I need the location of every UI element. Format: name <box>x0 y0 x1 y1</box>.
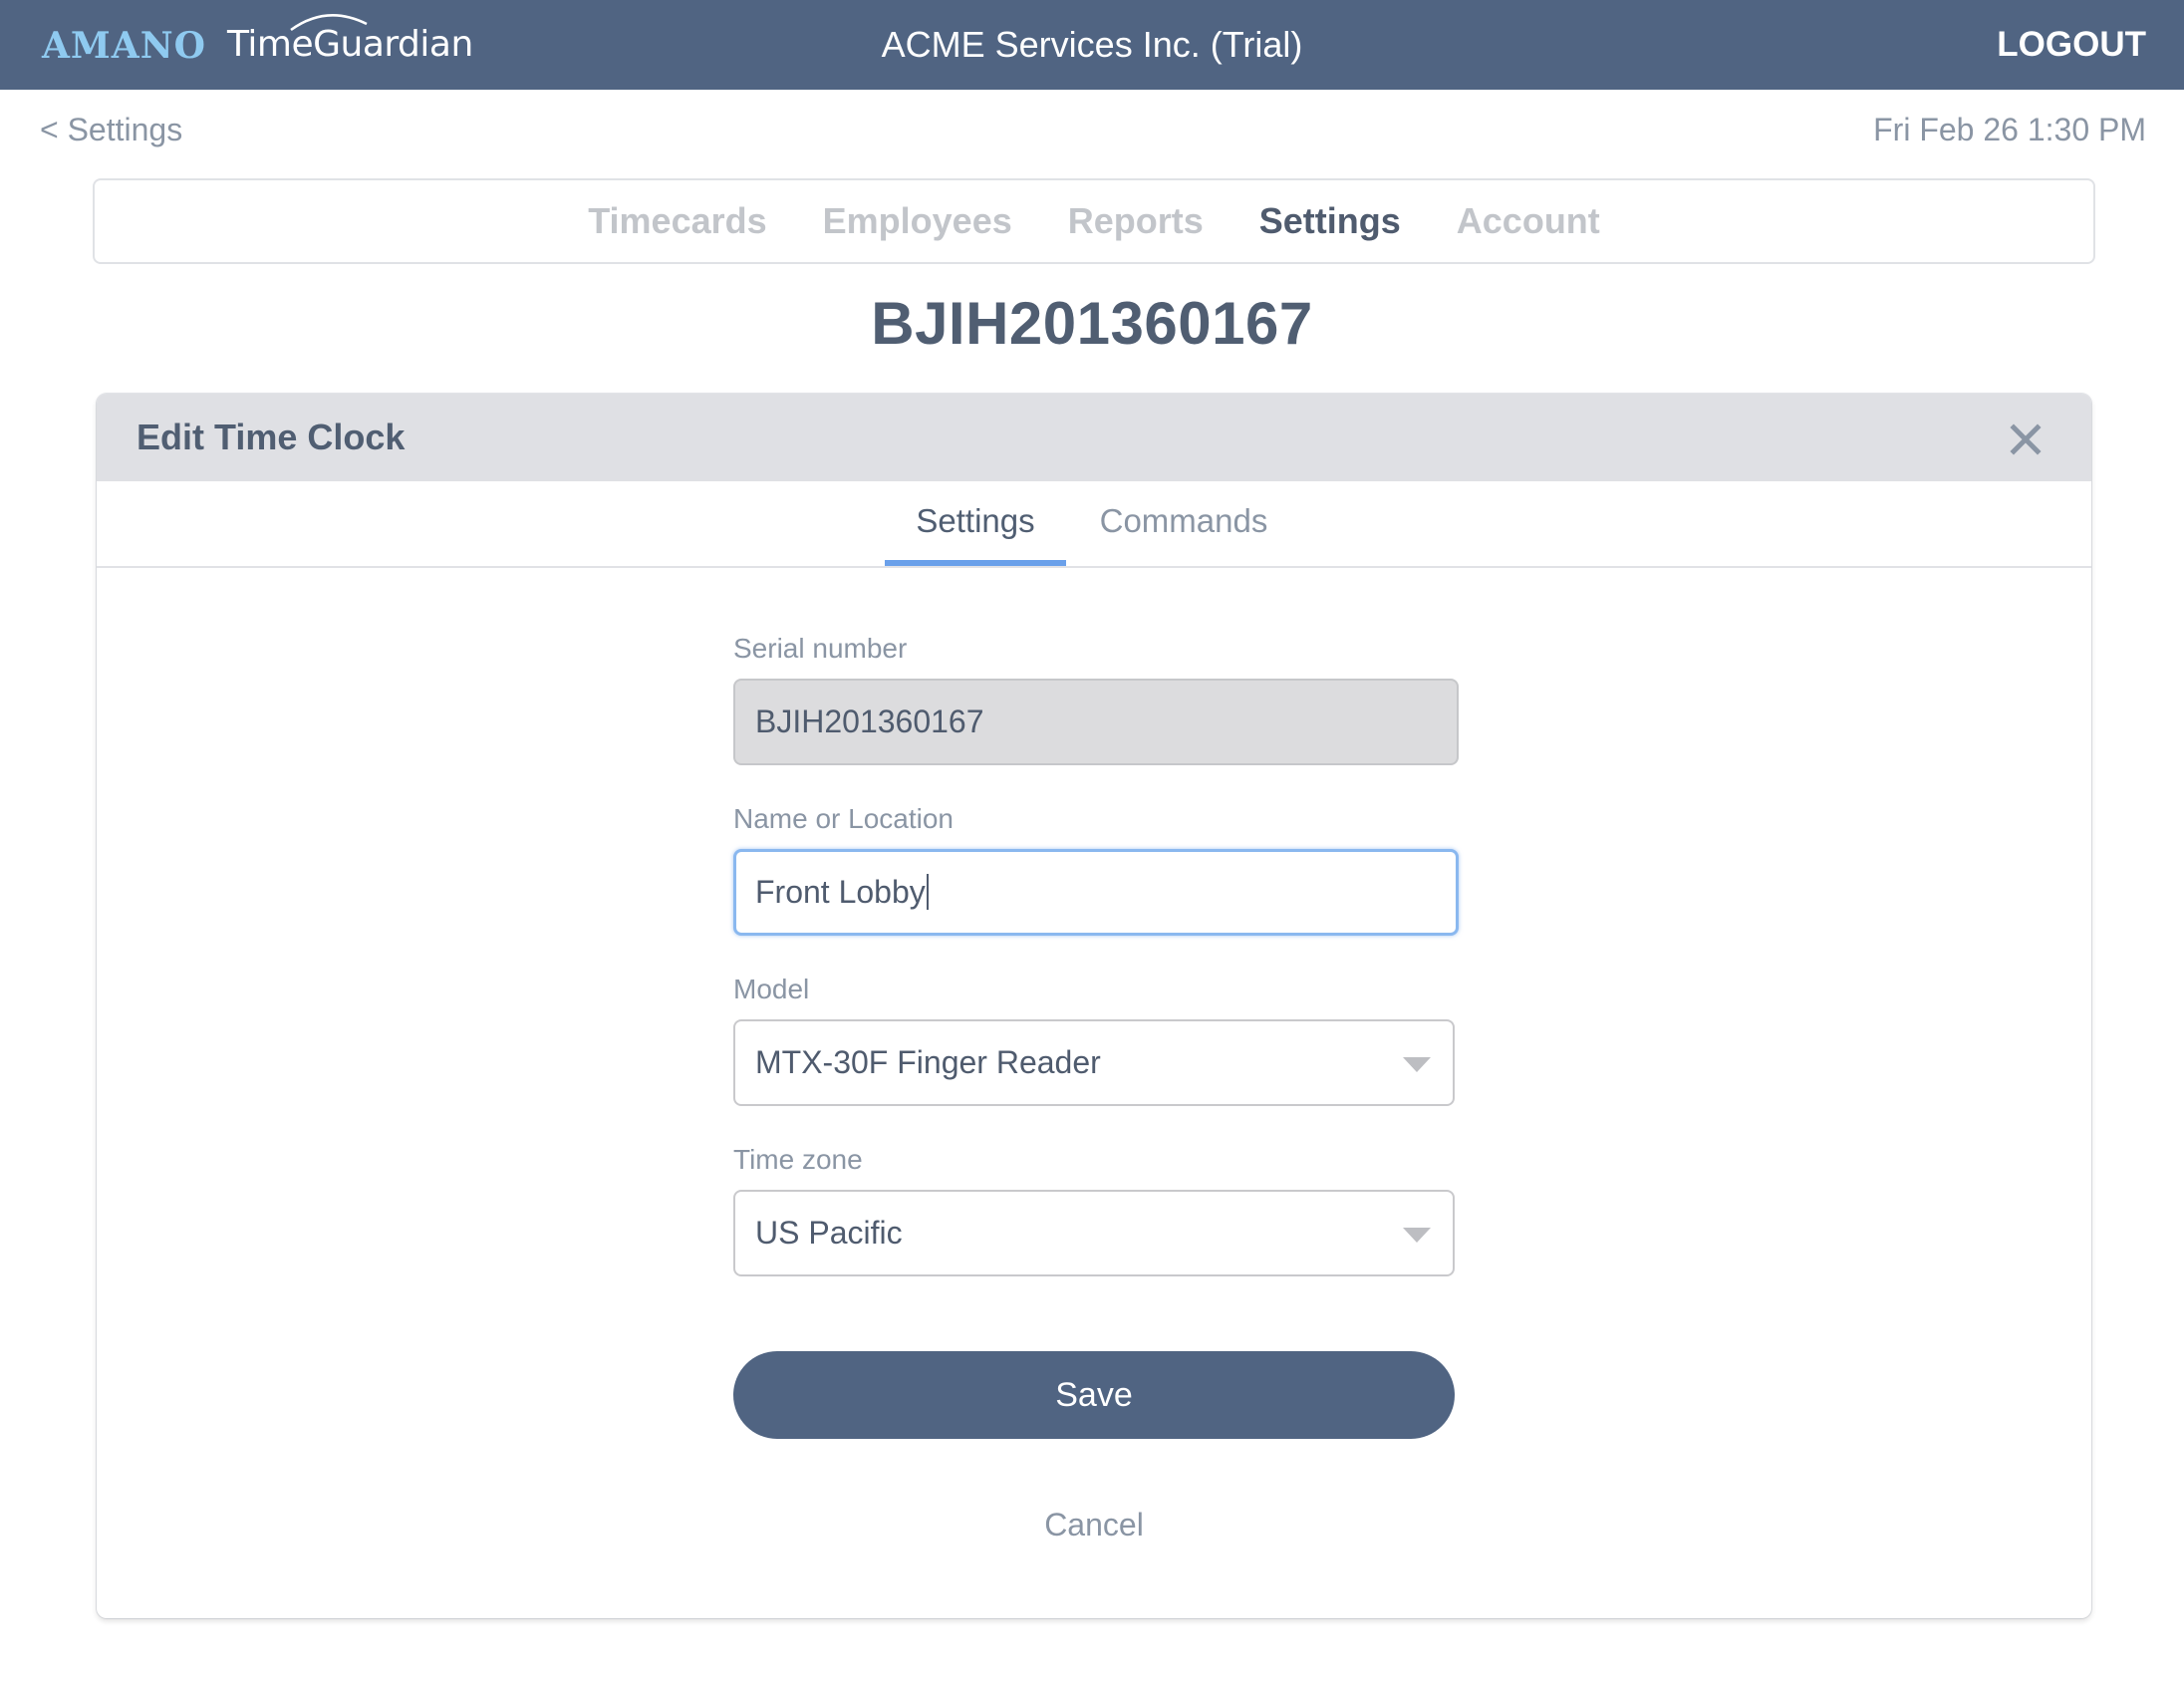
name-location-value: Front Lobby <box>755 874 926 910</box>
company-name: ACME Services Inc. (Trial) <box>881 24 1303 65</box>
close-icon <box>2010 423 2042 455</box>
modal-header: Edit Time Clock <box>97 394 2091 481</box>
model-select[interactable]: MTX-30F Finger Reader <box>733 1019 1455 1106</box>
chevron-down-icon <box>1403 1057 1431 1072</box>
model-label: Model <box>733 974 810 1004</box>
logout-button[interactable]: LOGOUT <box>1997 0 2146 90</box>
page-title: BJIH201360167 <box>871 290 1313 357</box>
serial-number-label: Serial number <box>733 633 908 664</box>
back-to-settings-link[interactable]: < Settings <box>40 112 182 148</box>
time-clock-form: Serial number BJIH201360167 Name or Loca… <box>733 633 1459 1314</box>
nav-item-timecards[interactable]: Timecards <box>588 200 766 242</box>
modal-tabs: Settings Commands <box>97 481 2091 568</box>
save-button-wrap: Save <box>733 1351 1455 1439</box>
timezone-group: Time zone US Pacific <box>733 1144 1459 1276</box>
nav-item-reports[interactable]: Reports <box>1068 200 1204 242</box>
modal-title: Edit Time Clock <box>136 417 406 457</box>
top-header-bar: AMANO TimeGuardian ACME Services Inc. (T… <box>0 0 2184 90</box>
serial-number-field: BJIH201360167 <box>733 679 1459 765</box>
tab-settings[interactable]: Settings <box>885 481 1066 566</box>
nav-item-account[interactable]: Account <box>1457 200 1600 242</box>
name-location-input[interactable]: Front Lobby <box>733 849 1459 936</box>
main-nav: Timecards Employees Reports Settings Acc… <box>93 178 2095 264</box>
tab-commands[interactable]: Commands <box>1095 481 1272 566</box>
timezone-value: US Pacific <box>755 1215 903 1251</box>
serial-number-group: Serial number BJIH201360167 <box>733 633 1459 765</box>
text-caret <box>926 873 929 910</box>
nav-item-settings[interactable]: Settings <box>1259 200 1401 242</box>
model-group: Model MTX-30F Finger Reader <box>733 974 1459 1106</box>
name-location-label: Name or Location <box>733 803 955 834</box>
model-value: MTX-30F Finger Reader <box>755 1044 1101 1080</box>
edit-time-clock-modal: Edit Time Clock Settings Commands Serial… <box>97 394 2091 1618</box>
timezone-label: Time zone <box>733 1144 863 1175</box>
close-button[interactable] <box>2010 423 2042 455</box>
nav-item-employees[interactable]: Employees <box>823 200 1012 242</box>
timezone-select[interactable]: US Pacific <box>733 1190 1455 1276</box>
name-location-group: Name or Location Front Lobby <box>733 803 1459 936</box>
save-button[interactable]: Save <box>733 1351 1455 1439</box>
cancel-button[interactable]: Cancel <box>733 1507 1455 1544</box>
current-datetime: Fri Feb 26 1:30 PM <box>1873 112 2146 147</box>
serial-number-value: BJIH201360167 <box>755 703 984 739</box>
chevron-down-icon <box>1403 1228 1431 1243</box>
